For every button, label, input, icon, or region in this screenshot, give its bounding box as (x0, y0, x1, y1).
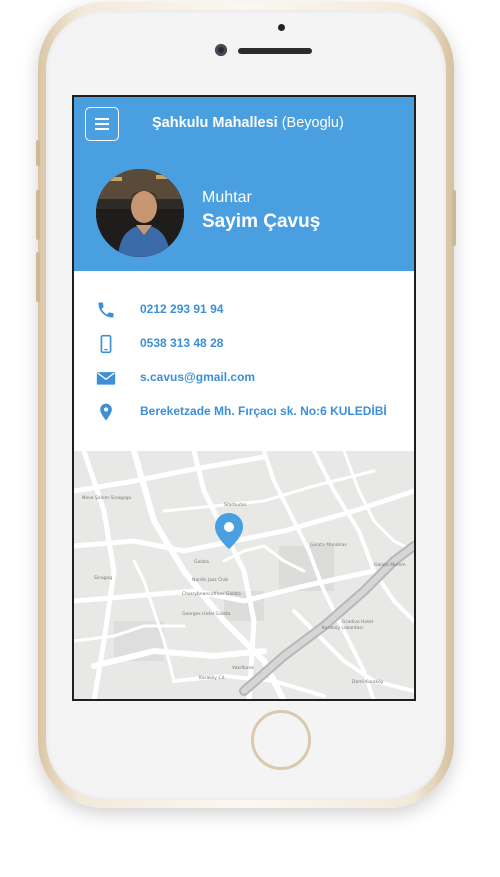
map-pin-icon[interactable] (215, 513, 243, 549)
map-label: Cherrybeancoffees Galata (182, 591, 241, 597)
contact-row-mobile[interactable]: 0538 313 48 28 (74, 331, 414, 357)
contact-address-text: Bereketzade Mh. Fırçacı sk. No:6 KULEDİB… (140, 404, 387, 418)
avatar-image (96, 169, 184, 257)
profile-name: Sayim Çavuş (202, 211, 321, 232)
map-label: Starbucks (224, 502, 247, 508)
volume-up-button (36, 190, 40, 240)
front-camera (215, 44, 227, 56)
top-sensor (278, 24, 285, 31)
volume-down-button (36, 252, 40, 302)
map-canvas: Neve Şalom Sinagogu Sinagog Nardis Jazz … (74, 448, 414, 699)
map-label: Karaköy Lokantası (322, 625, 363, 631)
mute-switch (36, 140, 40, 166)
mobile-icon (100, 334, 112, 354)
map[interactable]: Neve Şalom Sinagogu Sinagog Nardis Jazz … (74, 448, 414, 699)
map-label: Sinagog (94, 575, 112, 581)
page-title: Şahkulu Mahallesi (Beyoglu) (152, 115, 344, 131)
map-label: Gradiva Hotel (342, 619, 373, 625)
profile-header: Şahkulu Mahallesi (Beyoglu) Muhtar Sayim … (74, 97, 414, 271)
map-label: Galata Mandıras (310, 542, 347, 548)
contact-phone-text: 0212 293 91 94 (140, 302, 224, 316)
home-button[interactable] (251, 710, 311, 770)
location-icon (100, 403, 112, 421)
profile-role: Muhtar (202, 189, 252, 206)
map-label: Neve Şalom Sinagogu (82, 495, 132, 501)
district-name: (Beyoglu) (281, 115, 344, 131)
map-label: Georges Hotel Galata (182, 611, 231, 617)
menu-button[interactable] (85, 107, 119, 141)
phone-icon (98, 302, 114, 318)
contact-email-text: s.cavus@gmail.com (140, 370, 256, 384)
map-label: Demi Karaköy (352, 679, 384, 685)
neighborhood-name: Şahkulu Mahallesi (152, 115, 278, 131)
contact-row-address[interactable]: Bereketzade Mh. Fırçacı sk. No:6 KULEDİB… (74, 399, 414, 425)
power-button (452, 190, 456, 246)
email-icon (96, 372, 116, 385)
map-label: Galata Mumm (374, 562, 406, 568)
map-label: Nardis Jazz Club (192, 577, 228, 583)
hamburger-icon (95, 118, 109, 120)
map-label: Vakıfbank (232, 665, 254, 671)
map-label: Galata (194, 559, 209, 565)
app-screen: Şahkulu Mahallesi (Beyoglu) Muhtar Sayim … (72, 95, 416, 701)
map-label: Karaköy Cd. (199, 675, 226, 681)
contact-row-email[interactable]: s.cavus@gmail.com (74, 365, 414, 391)
avatar (96, 169, 184, 257)
earpiece-speaker (238, 48, 312, 54)
contact-row-phone[interactable]: 0212 293 91 94 (74, 297, 414, 323)
contact-mobile-text: 0538 313 48 28 (140, 336, 224, 350)
